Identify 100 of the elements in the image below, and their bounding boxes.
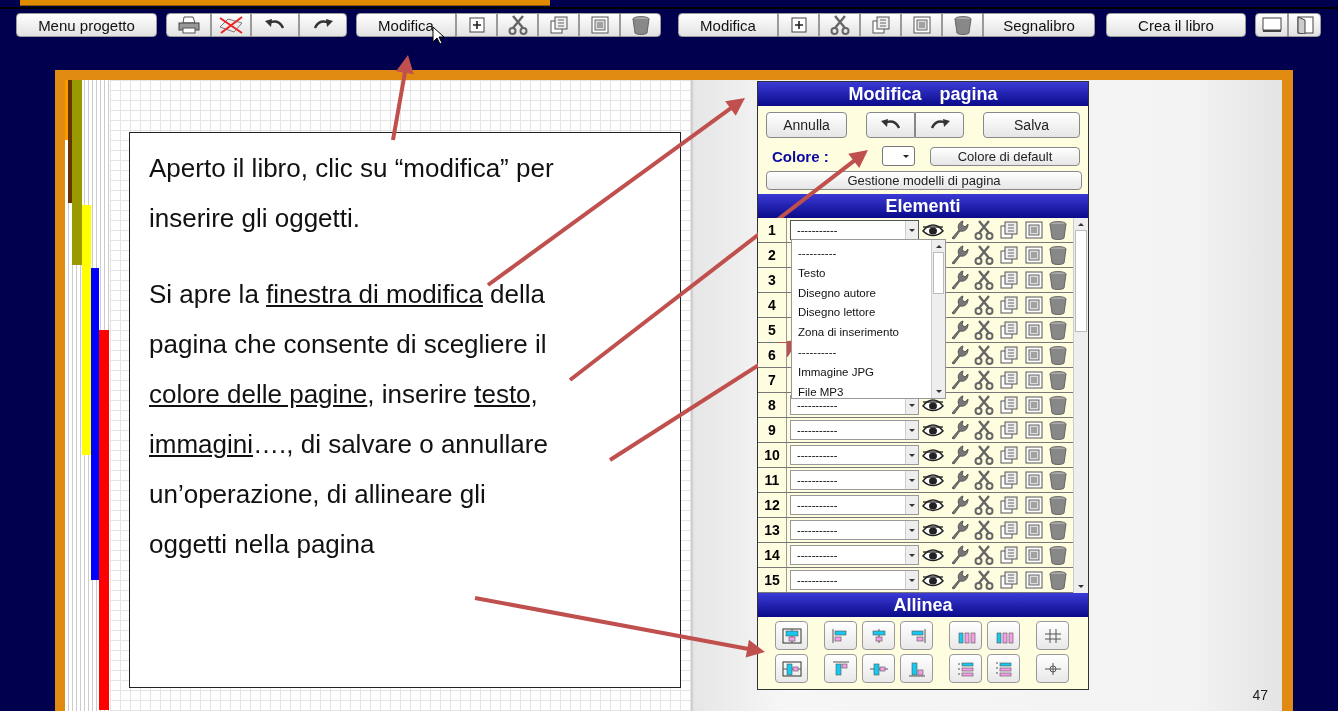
- scissors-icon: [973, 270, 994, 290]
- dropdown-option[interactable]: Zona di inserimento: [792, 323, 931, 343]
- page-icon: [1024, 221, 1043, 239]
- scrollbar[interactable]: [931, 240, 945, 398]
- delete-button[interactable]: [620, 13, 661, 37]
- eye-icon: [921, 573, 944, 587]
- section-title: Allinea: [758, 593, 1088, 617]
- align-button[interactable]: [775, 654, 808, 683]
- eye-icon: [921, 448, 944, 462]
- scrollbar[interactable]: [1073, 218, 1088, 593]
- cut-button[interactable]: [497, 13, 538, 37]
- add-button[interactable]: [456, 13, 497, 37]
- page-icon: [1024, 371, 1043, 389]
- align-button[interactable]: [949, 654, 982, 683]
- element-type-select[interactable]: -----------: [790, 495, 919, 515]
- scissors-icon: [507, 15, 528, 35]
- scissors-icon: [973, 520, 994, 540]
- dropdown-option[interactable]: ----------: [792, 244, 931, 264]
- redo-button[interactable]: [915, 112, 965, 138]
- page-icon: [1024, 321, 1043, 339]
- align-button[interactable]: [900, 654, 933, 683]
- page-icon: [1024, 296, 1043, 314]
- redo-button[interactable]: [299, 13, 347, 37]
- element-type-select[interactable]: -----------: [790, 520, 919, 540]
- align-button[interactable]: [824, 654, 857, 683]
- cancel-button[interactable]: Annulla: [766, 112, 848, 138]
- undo-button[interactable]: [251, 13, 299, 37]
- element-type-select[interactable]: -----------: [790, 545, 919, 565]
- page-templates-button[interactable]: Gestione modelli di pagina: [766, 171, 1082, 190]
- paste-button[interactable]: [901, 13, 942, 37]
- scissors-icon: [973, 420, 994, 440]
- trash-icon: [1049, 520, 1067, 540]
- default-color-button[interactable]: Colore di default: [930, 146, 1080, 166]
- dropdown-option[interactable]: ----------: [792, 343, 931, 363]
- align-button[interactable]: [987, 621, 1020, 650]
- page-icon: [1024, 421, 1043, 439]
- copy-icon: [999, 446, 1018, 464]
- page-icon: [1024, 496, 1043, 514]
- trash-icon: [1049, 220, 1067, 240]
- element-type-select[interactable]: -----------: [790, 570, 919, 590]
- copy-icon: [999, 321, 1018, 339]
- undo-button[interactable]: [866, 112, 916, 138]
- dropdown-option[interactable]: Testo: [792, 263, 931, 284]
- dropdown-option[interactable]: Disegno autore: [792, 283, 931, 304]
- align-button[interactable]: [775, 621, 808, 650]
- double-page-button[interactable]: [1288, 13, 1321, 37]
- align-button[interactable]: [987, 654, 1020, 683]
- print-button[interactable]: [166, 13, 211, 37]
- copy-icon: [999, 221, 1018, 239]
- eye-icon: [921, 223, 944, 237]
- align-button[interactable]: [862, 621, 895, 650]
- align-icon: [993, 660, 1014, 677]
- add-button[interactable]: [778, 13, 819, 37]
- scissors-icon: [973, 545, 994, 565]
- align-button[interactable]: [824, 621, 857, 650]
- align-button[interactable]: [862, 654, 895, 683]
- color-picker[interactable]: [882, 146, 915, 166]
- element-type-select[interactable]: -----------: [790, 470, 919, 490]
- eye-icon: [921, 423, 944, 437]
- note-paragraph: Si apre la finestra di modifica della pagina che consente di scegliere il colore delle pagine, inserire testo, immagini…., di salvare o annullare un’operazione, di allineare gli oggetti nella pagina: [149, 278, 549, 561]
- scissors-icon: [973, 470, 994, 490]
- eye-icon: [921, 523, 944, 537]
- section-title: Elementi: [758, 194, 1088, 218]
- align-button[interactable]: [900, 621, 933, 650]
- edit-button[interactable]: Modifica: [678, 13, 778, 37]
- scissors-icon: [973, 320, 994, 340]
- edit-button[interactable]: Modifica: [356, 13, 456, 37]
- printer-icon: [176, 16, 201, 34]
- dropdown-option[interactable]: Disegno lettore: [792, 303, 931, 324]
- paste-button[interactable]: [579, 13, 620, 37]
- create-book-button[interactable]: Crea il libro: [1106, 13, 1246, 37]
- mouse-cursor-icon: [432, 26, 445, 45]
- copy-button[interactable]: [860, 13, 901, 37]
- scissors-icon: [973, 395, 994, 415]
- single-page-button[interactable]: [1255, 13, 1288, 37]
- delete-button[interactable]: [942, 13, 983, 37]
- element-type-select[interactable]: -----------: [790, 420, 919, 440]
- no-print-button[interactable]: [211, 13, 251, 37]
- element-type-select[interactable]: -----------: [790, 445, 919, 465]
- copy-button[interactable]: [538, 13, 579, 37]
- copy-icon: [999, 396, 1018, 414]
- save-button[interactable]: Salva: [983, 112, 1080, 138]
- page-icon: [1024, 471, 1043, 489]
- scissors-icon: [829, 15, 850, 35]
- align-icon: [1042, 627, 1063, 644]
- page-icon: [1024, 246, 1043, 264]
- project-menu-button[interactable]: Menu progetto: [16, 13, 157, 37]
- panel-title: Modifica pagina: [758, 82, 1088, 106]
- row-number: 1: [758, 218, 787, 242]
- dropdown-option[interactable]: Immagine JPG: [792, 362, 931, 383]
- trash-icon: [1049, 420, 1067, 440]
- cut-button[interactable]: [819, 13, 860, 37]
- align-button[interactable]: [1036, 654, 1069, 683]
- page-icon: [1024, 521, 1043, 539]
- align-icon: [1042, 660, 1063, 677]
- align-button[interactable]: [1036, 621, 1069, 650]
- scissors-icon: [973, 220, 994, 240]
- element-type-select[interactable]: -----------: [790, 220, 919, 240]
- align-button[interactable]: [949, 621, 982, 650]
- bookmark-button[interactable]: Segnalibro: [983, 13, 1095, 37]
